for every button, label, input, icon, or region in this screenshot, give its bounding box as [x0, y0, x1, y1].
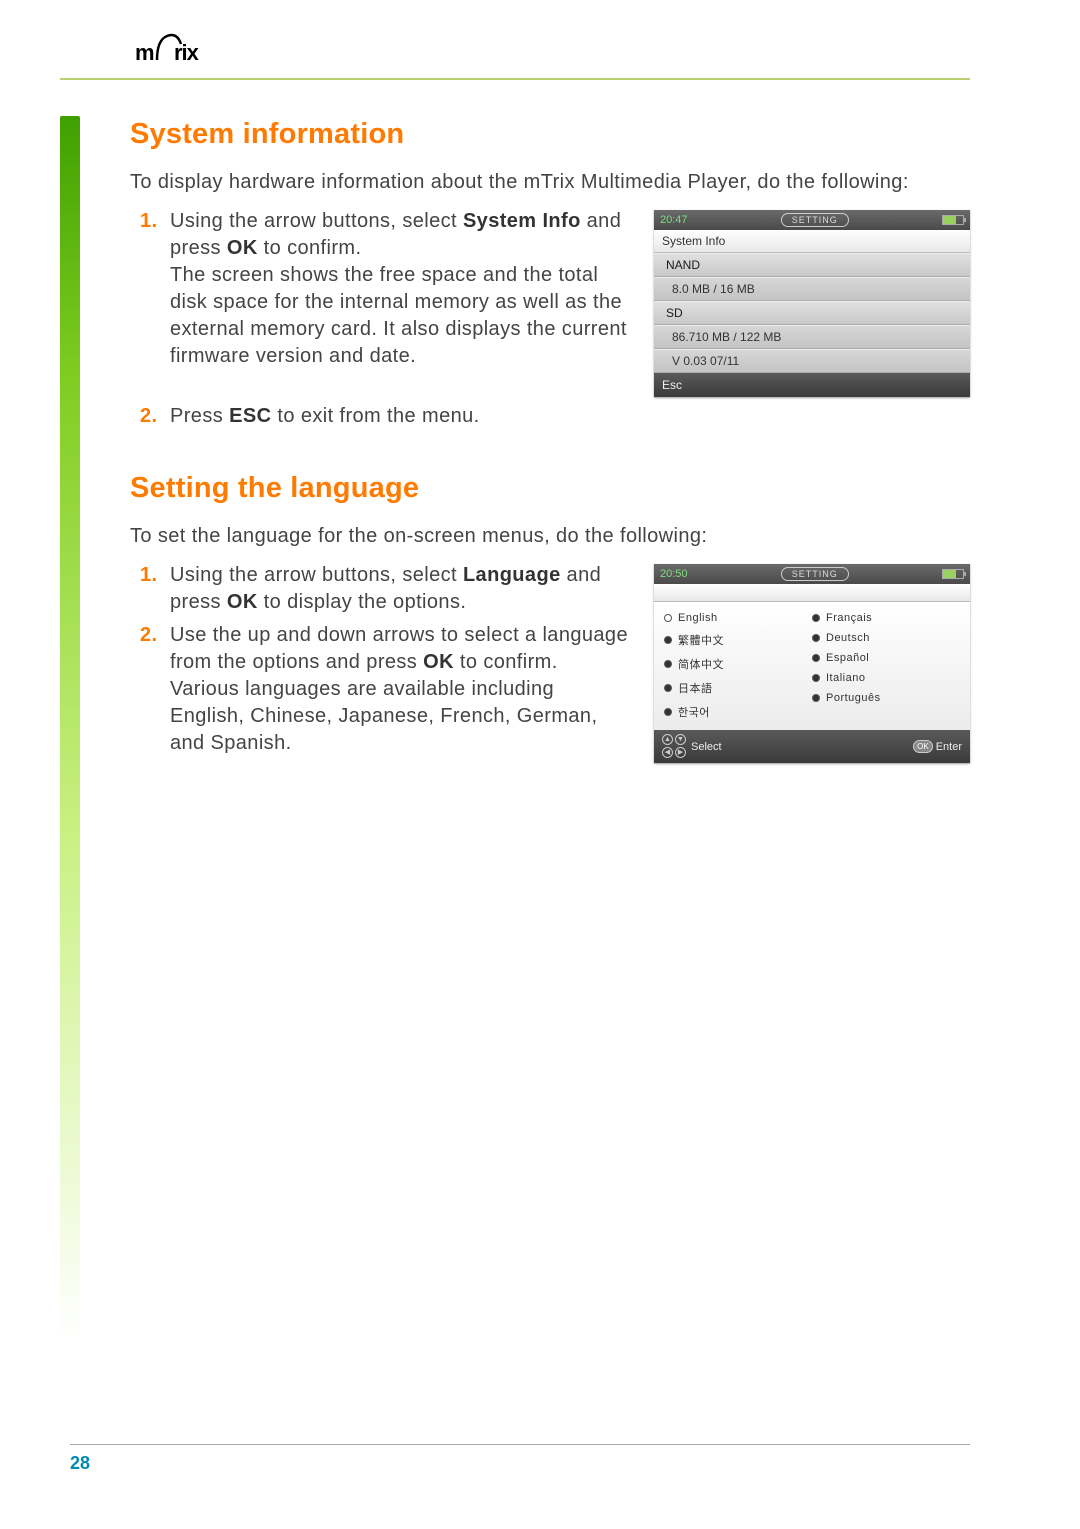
device2-time: 20:50: [660, 568, 688, 580]
footer-divider: [70, 1444, 970, 1445]
lang-option: Italiano: [812, 668, 960, 688]
lang-step-2: 2. Use the up and down arrows to select …: [170, 622, 630, 757]
brand-logo: m rix: [135, 30, 970, 68]
radio-icon: [664, 614, 672, 622]
sysinfo-intro: To display hardware information about th…: [130, 169, 970, 196]
battery-icon: [942, 569, 964, 579]
dpad-icon: ▲▼◀▶: [662, 734, 687, 759]
radio-icon: [664, 636, 672, 644]
radio-icon: [664, 708, 672, 716]
radio-icon: [812, 614, 820, 622]
svg-text:rix: rix: [174, 40, 200, 65]
lang-option: 繁體中文: [664, 628, 812, 652]
lang-option: Português: [812, 688, 960, 708]
device-screenshot-sysinfo: 20:47 SETTING System Info NAND 8.0 MB / …: [654, 210, 970, 397]
device2-lang-col1: English 繁體中文 简体中文 日本語 한국어: [664, 608, 812, 724]
section-title-language: Setting the language: [130, 472, 970, 505]
lang-step-1: 1. Using the arrow buttons, select Langu…: [170, 562, 630, 616]
device2-footer-select: Select: [691, 741, 722, 753]
lang-option: Español: [812, 648, 960, 668]
side-gradient-bar: [60, 116, 80, 1406]
device1-statusbar: 20:47 SETTING: [654, 210, 970, 230]
lang-option: 한국어: [664, 700, 812, 724]
radio-icon: [812, 694, 820, 702]
device1-footer: Esc: [654, 373, 970, 397]
device2-body: English 繁體中文 简体中文 日本語 한국어 Français Deuts…: [654, 602, 970, 730]
page-number: 28: [70, 1453, 970, 1474]
ok-icon: OK: [913, 740, 933, 753]
device1-row-value: 86.710 MB / 122 MB: [654, 325, 970, 349]
sysinfo-step-2: 2. Press ESC to exit from the menu.: [170, 403, 970, 430]
svg-text:m: m: [135, 40, 154, 65]
device1-row-label: SD: [654, 301, 970, 325]
device2-footer-enter: Enter: [936, 741, 962, 753]
device1-mode: SETTING: [781, 213, 849, 227]
device1-version: V 0.03 07/11: [654, 349, 970, 373]
radio-icon: [664, 660, 672, 668]
device2-footer: ▲▼◀▶ Select OK Enter: [654, 730, 970, 763]
lang-option: 简体中文: [664, 652, 812, 676]
lang-intro: To set the language for the on-screen me…: [130, 523, 970, 550]
device2-blankrow: [654, 584, 970, 602]
header-divider: [60, 78, 970, 80]
section-title-sysinfo: System information: [130, 118, 970, 151]
lang-option: 日本語: [664, 676, 812, 700]
device-screenshot-language: 20:50 SETTING English 繁體中文 简体中文 日本語: [654, 564, 970, 763]
device1-row-label: NAND: [654, 253, 970, 277]
radio-icon: [664, 684, 672, 692]
device1-row-value: 8.0 MB / 16 MB: [654, 277, 970, 301]
radio-icon: [812, 674, 820, 682]
device1-subtitle: System Info: [654, 230, 970, 253]
lang-option: Français: [812, 608, 960, 628]
device2-lang-col2: Français Deutsch Español Italiano Portug…: [812, 608, 960, 724]
device1-time: 20:47: [660, 214, 688, 226]
device2-statusbar: 20:50 SETTING: [654, 564, 970, 584]
sysinfo-step-1: 1. Using the arrow buttons, select Syste…: [170, 208, 630, 370]
lang-option: Deutsch: [812, 628, 960, 648]
lang-option: English: [664, 608, 812, 628]
battery-icon: [942, 215, 964, 225]
radio-icon: [812, 634, 820, 642]
device2-mode: SETTING: [781, 567, 849, 581]
radio-icon: [812, 654, 820, 662]
